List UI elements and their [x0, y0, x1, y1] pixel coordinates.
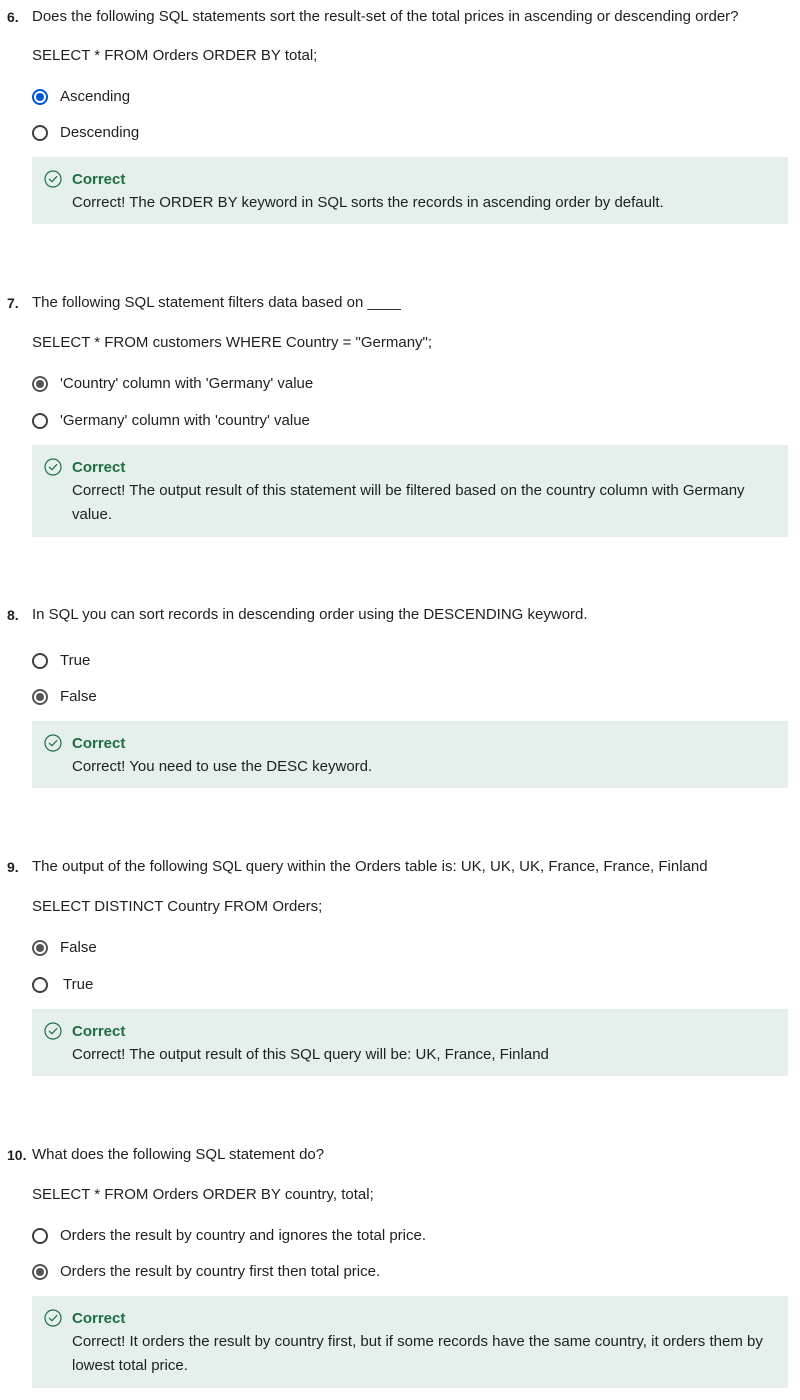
question-text: In SQL you can sort records in descendin… [32, 606, 588, 623]
radio-selected[interactable] [32, 689, 48, 705]
feedback-title: Correct [72, 171, 126, 188]
question-number: 8. [7, 607, 19, 623]
feedback-text: Correct! You need to use the DESC keywor… [72, 758, 373, 775]
question-text: The output of the following SQL query wi… [32, 858, 708, 875]
question-7: 7. The following SQL statement filters d… [0, 292, 800, 537]
question-code: SELECT * FROM Orders ORDER BY total; [32, 47, 318, 64]
option-label: 'Germany' column with 'country' value [60, 412, 310, 429]
check-circle-icon [44, 1022, 62, 1040]
option-true[interactable]: True [32, 973, 93, 997]
feedback-title: Correct [72, 735, 126, 752]
option-germany-column[interactable]: 'Germany' column with 'country' value [32, 409, 310, 433]
radio-unselected[interactable] [32, 1228, 48, 1244]
option-ascending[interactable]: Ascending [32, 85, 130, 109]
question-number: 7. [7, 295, 19, 311]
option-label: Ascending [60, 88, 131, 105]
check-circle-icon [44, 734, 62, 752]
feedback-box: Correct Correct! You need to use the DES… [32, 721, 788, 788]
feedback-text: Correct! The ORDER BY keyword in SQL sor… [72, 194, 664, 211]
question-9: 9. The output of the following SQL query… [0, 856, 800, 1076]
option-label: True [63, 976, 94, 993]
option-label: False [60, 688, 97, 705]
option-label: Orders the result by country first then … [60, 1263, 381, 1280]
feedback-title: Correct [72, 1023, 126, 1040]
option-false[interactable]: False [32, 936, 97, 960]
feedback-title: Correct [72, 1310, 126, 1327]
question-6: 6. Does the following SQL statements sor… [0, 6, 800, 224]
question-text: The following SQL statement filters data… [32, 294, 401, 311]
question-8: 8. In SQL you can sort records in descen… [0, 604, 800, 788]
radio-unselected[interactable] [32, 413, 48, 429]
feedback-box: Correct Correct! The ORDER BY keyword in… [32, 157, 788, 224]
option-label: 'Country' column with 'Germany' value [60, 375, 314, 392]
feedback-text: Correct! It orders the result by country… [72, 1333, 763, 1374]
question-text: What does the following SQL statement do… [32, 1146, 325, 1163]
feedback-box: Correct Correct! The output result of th… [32, 445, 788, 537]
feedback-text: Correct! The output result of this SQL q… [72, 1046, 549, 1063]
option-country-then-total[interactable]: Orders the result by country first then … [32, 1260, 380, 1284]
quiz-page: 6. Does the following SQL statements sor… [0, 0, 800, 1400]
radio-selected[interactable] [32, 376, 48, 392]
check-circle-icon [44, 458, 62, 476]
check-circle-icon [44, 170, 62, 188]
option-country-ignore-total[interactable]: Orders the result by country and ignores… [32, 1224, 426, 1248]
radio-selected[interactable] [32, 940, 48, 956]
question-number: 6. [7, 9, 19, 25]
option-false[interactable]: False [32, 685, 97, 709]
question-number: 9. [7, 859, 19, 875]
question-10: 10. What does the following SQL statemen… [0, 1144, 800, 1388]
radio-selected[interactable] [32, 89, 48, 105]
option-label: Descending [60, 124, 140, 141]
feedback-text: Correct! The output result of this state… [72, 482, 745, 523]
option-descending[interactable]: Descending [32, 121, 139, 145]
question-code: SELECT DISTINCT Country FROM Orders; [32, 898, 323, 915]
question-text: Does the following SQL statements sort t… [32, 8, 739, 25]
option-true[interactable]: True [32, 649, 90, 673]
option-label: True [60, 652, 91, 669]
check-circle-icon [44, 1309, 62, 1327]
question-code: SELECT * FROM Orders ORDER BY country, t… [32, 1186, 374, 1203]
radio-selected[interactable] [32, 1264, 48, 1280]
radio-unselected[interactable] [32, 653, 48, 669]
question-code: SELECT * FROM customers WHERE Country = … [32, 334, 433, 351]
option-country-column[interactable]: 'Country' column with 'Germany' value [32, 372, 313, 396]
feedback-title: Correct [72, 459, 126, 476]
radio-unselected[interactable] [32, 977, 48, 993]
option-label: False [60, 939, 97, 956]
feedback-box: Correct Correct! The output result of th… [32, 1009, 788, 1076]
feedback-box: Correct Correct! It orders the result by… [32, 1296, 788, 1388]
radio-unselected[interactable] [32, 125, 48, 141]
question-number: 10. [7, 1147, 27, 1163]
option-label: Orders the result by country and ignores… [60, 1227, 427, 1244]
